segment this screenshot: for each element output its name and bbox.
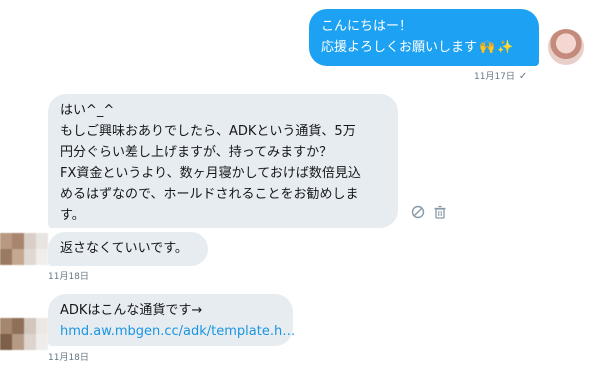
raised-hands-icon: 🙌 <box>479 40 496 55</box>
message-line: す。 <box>60 208 85 223</box>
message-timestamp: 11月18日 <box>48 272 89 282</box>
message-bubble-incoming[interactable]: ADKはこんな通貨です→ hmd.aw.mbgen.cc/adk/templat… <box>48 294 295 346</box>
message-bubble-incoming[interactable]: はい^_^ もしご興味おありでしたら、ADKという通貨、5万 円分ぐらい差し上げ… <box>48 94 398 228</box>
message-line: 円分ぐらい差し上げますが、持ってみますか？ <box>60 145 333 160</box>
message-line: 応援よろしくお願いします <box>321 40 478 55</box>
my-avatar[interactable] <box>548 29 584 65</box>
report-icon[interactable] <box>411 205 425 219</box>
message-line: FX資金というより、数ヶ月寝かしておけば数倍見込 <box>60 166 361 181</box>
delete-icon[interactable] <box>433 205 447 219</box>
message-timestamp: 11月18日 <box>48 353 89 363</box>
message-line: 返さなくていいです。 <box>60 241 188 256</box>
message-line: めるはずなので、ホールドされることをお勧めしま <box>60 187 359 202</box>
message-line: こんにちはー！ <box>321 19 413 34</box>
message-line: もしご興味おありでしたら、ADKという通貨、5万 <box>60 124 356 139</box>
sender-avatar[interactable] <box>0 233 48 265</box>
sender-avatar[interactable] <box>0 318 48 350</box>
sparkles-icon: ✨ <box>497 40 514 55</box>
message-link[interactable]: hmd.aw.mbgen.cc/adk/template.h… <box>60 321 295 342</box>
message-bubble-incoming[interactable]: 返さなくていいです。 <box>48 232 208 266</box>
message-line: はい^_^ <box>60 103 115 118</box>
checkmark-icon: ✓ <box>518 71 528 82</box>
message-timestamp: 11月17日 ✓ <box>474 71 528 82</box>
dm-conversation: こんにちはー！ 応援よろしくお願いします 🙌 ✨ 11月17日 ✓ はい^_^ もしご… <box>0 0 592 365</box>
message-bubble-outgoing[interactable]: こんにちはー！ 応援よろしくお願いします 🙌 ✨ <box>309 9 539 66</box>
message-line: ADKはこんな通貨です→ <box>60 303 203 318</box>
